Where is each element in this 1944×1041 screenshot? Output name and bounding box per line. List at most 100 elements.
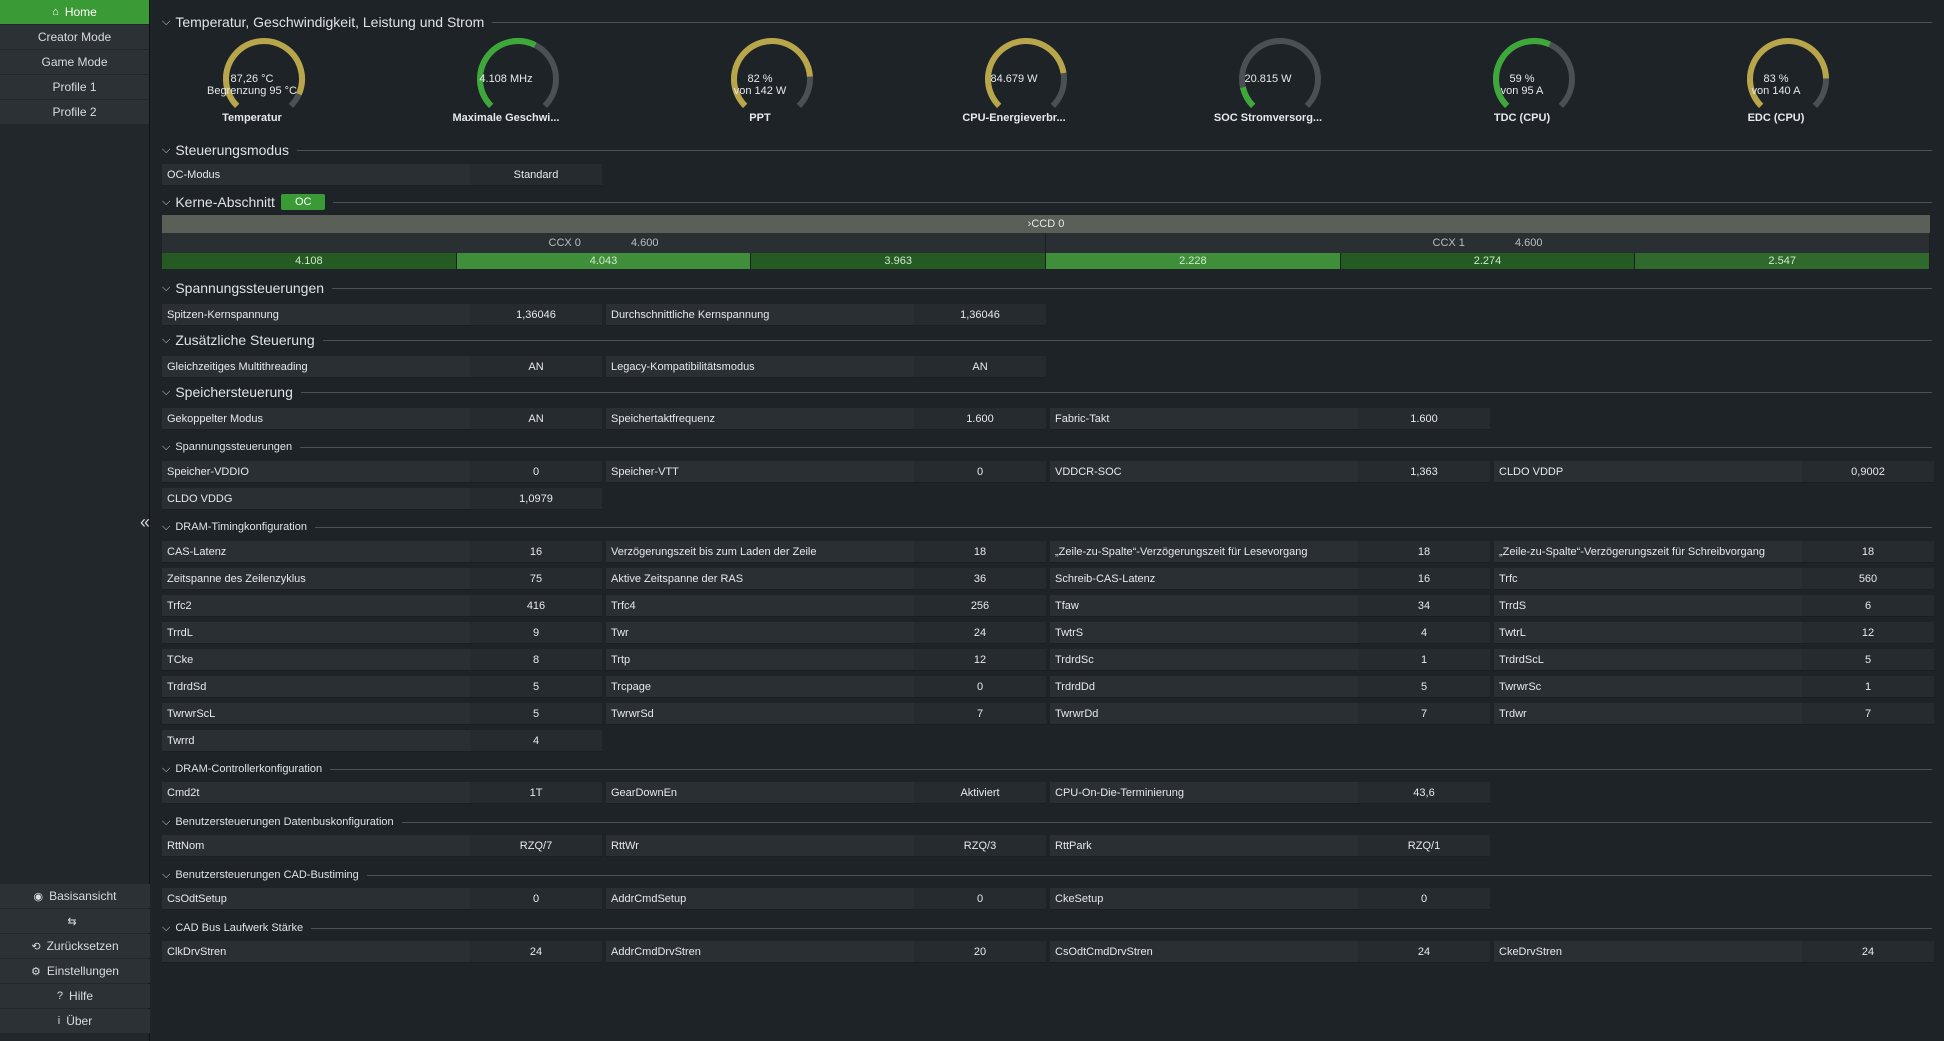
- section-header-datenbus[interactable]: ⌵ Benutzersteuerungen Datenbuskonfigurati…: [162, 812, 1932, 832]
- reset-button[interactable]: ⟲ Zurücksetzen: [0, 934, 150, 958]
- help-button[interactable]: ? Hilfe: [0, 984, 150, 1008]
- field-value[interactable]: 1,0979: [470, 488, 602, 510]
- section-header-temp[interactable]: ⌵ Temperatur, Geschwindigkeit, Leistung u…: [162, 12, 1932, 32]
- chevron-down-icon[interactable]: ⌵: [162, 869, 170, 882]
- section-divider: [330, 768, 1932, 770]
- info-button[interactable]: i Über: [0, 1009, 150, 1033]
- chevron-down-icon[interactable]: ⌵: [162, 922, 170, 935]
- field-value[interactable]: AN: [470, 356, 602, 378]
- field-value[interactable]: RZQ/3: [914, 835, 1046, 857]
- field-value[interactable]: 20: [914, 941, 1046, 963]
- field-value[interactable]: 0: [914, 461, 1046, 483]
- field-value[interactable]: 1.600: [1358, 408, 1490, 430]
- section-header-spannung[interactable]: ⌵ Spannungssteuerungen: [162, 278, 1932, 298]
- field-value[interactable]: Aktiviert: [914, 782, 1046, 804]
- field-value[interactable]: 1T: [470, 782, 602, 804]
- field-value[interactable]: 5: [470, 676, 602, 698]
- field-value[interactable]: 12: [1802, 622, 1934, 644]
- field-value[interactable]: 8: [470, 649, 602, 671]
- gear-button[interactable]: ⚙ Einstellungen: [0, 959, 150, 983]
- field-value[interactable]: 4: [1358, 622, 1490, 644]
- field-value[interactable]: 16: [1358, 568, 1490, 590]
- field-value[interactable]: 0: [1358, 888, 1490, 910]
- section-header-speicher[interactable]: ⌵ Speichersteuerung: [162, 382, 1932, 402]
- chevron-down-icon[interactable]: ⌵: [162, 282, 170, 295]
- chevron-down-icon[interactable]: ⌵: [162, 763, 170, 776]
- field-value[interactable]: 5: [1802, 649, 1934, 671]
- nav-item-profile-1[interactable]: Profile 1: [0, 75, 149, 99]
- field-value[interactable]: 43,6: [1358, 782, 1490, 804]
- field-value[interactable]: 18: [914, 541, 1046, 563]
- field-value[interactable]: 1: [1358, 649, 1490, 671]
- section-header-dram[interactable]: ⌵ DRAM-Timingkonfiguration: [162, 517, 1932, 537]
- chevron-down-icon[interactable]: ⌵: [162, 196, 170, 209]
- field-value[interactable]: AN: [470, 408, 602, 430]
- ccd-header[interactable]: › CCD 0: [162, 215, 1930, 233]
- chevron-down-icon[interactable]: ⌵: [162, 816, 170, 829]
- field-value[interactable]: 1: [1802, 676, 1934, 698]
- field-value[interactable]: RZQ/1: [1358, 835, 1490, 857]
- section-header-steuer[interactable]: ⌵ Steuerungsmodus: [162, 140, 1932, 160]
- field-value[interactable]: 24: [914, 622, 1046, 644]
- collapse-sidebar-icon[interactable]: «: [140, 512, 150, 533]
- section-header-spannung2[interactable]: ⌵ Spannungssteuerungen: [162, 437, 1932, 457]
- field-value[interactable]: 0: [470, 461, 602, 483]
- field-value[interactable]: 1,363: [1358, 461, 1490, 483]
- field-label: TwrwrScL: [162, 703, 470, 725]
- chevron-down-icon[interactable]: ⌵: [162, 441, 170, 454]
- field-value[interactable]: 34: [1358, 595, 1490, 617]
- field-value[interactable]: AN: [914, 356, 1046, 378]
- field-value[interactable]: 16: [470, 541, 602, 563]
- nav-item-game-mode[interactable]: Game Mode: [0, 50, 149, 74]
- eye-button[interactable]: ◉ Basisansicht: [0, 884, 150, 908]
- field-label: Speicher-VDDIO: [162, 461, 470, 483]
- field-value[interactable]: 12: [914, 649, 1046, 671]
- chevron-down-icon[interactable]: ⌵: [162, 386, 170, 399]
- field-value[interactable]: Standard: [470, 164, 602, 186]
- field-value[interactable]: 1.600: [914, 408, 1046, 430]
- field-label: „Zeile-zu-Spalte“-Verzögerungszeit für S…: [1494, 541, 1802, 563]
- nav-item-creator-mode[interactable]: Creator Mode: [0, 25, 149, 49]
- field-value[interactable]: RZQ/7: [470, 835, 602, 857]
- nav-item-profile-2[interactable]: Profile 2: [0, 100, 149, 124]
- field-value[interactable]: 18: [1802, 541, 1934, 563]
- field-value[interactable]: 0,9002: [1802, 461, 1934, 483]
- field-value[interactable]: 0: [470, 888, 602, 910]
- field-value[interactable]: 4: [470, 730, 602, 752]
- section-header-zusatz[interactable]: ⌵ Zusätzliche Steuerung: [162, 330, 1932, 350]
- field-value[interactable]: 7: [1358, 703, 1490, 725]
- field-value[interactable]: 24: [1802, 941, 1934, 963]
- field-value[interactable]: 1,36046: [914, 304, 1046, 326]
- field-value[interactable]: 75: [470, 568, 602, 590]
- section-header-kerne[interactable]: ⌵ Kerne-Abschnitt OC: [162, 192, 1932, 212]
- field-value[interactable]: 7: [1802, 703, 1934, 725]
- field-value[interactable]: 36: [914, 568, 1046, 590]
- field-label: Legacy-Kompatibilitätsmodus: [606, 356, 914, 378]
- compare-button[interactable]: ⇆: [0, 909, 150, 933]
- nav-item-home[interactable]: ⌂ Home: [0, 0, 149, 24]
- field-value[interactable]: 0: [914, 676, 1046, 698]
- field-value[interactable]: 18: [1358, 541, 1490, 563]
- field-value[interactable]: 560: [1802, 568, 1934, 590]
- field-value[interactable]: 416: [470, 595, 602, 617]
- chevron-down-icon[interactable]: ⌵: [162, 334, 170, 347]
- field-value[interactable]: 1,36046: [470, 304, 602, 326]
- chevron-down-icon[interactable]: ⌵: [162, 16, 170, 29]
- field-value[interactable]: 24: [1358, 941, 1490, 963]
- field-value[interactable]: 5: [470, 703, 602, 725]
- chevron-down-icon[interactable]: ⌵: [162, 521, 170, 534]
- section-header-cad[interactable]: ⌵ Benutzersteuerungen CAD-Bustiming: [162, 865, 1932, 885]
- field-label: CsOdtSetup: [162, 888, 470, 910]
- field-value[interactable]: 5: [1358, 676, 1490, 698]
- field-value[interactable]: 9: [470, 622, 602, 644]
- field-value[interactable]: 0: [914, 888, 1046, 910]
- field-value[interactable]: 7: [914, 703, 1046, 725]
- chevron-down-icon[interactable]: ⌵: [162, 144, 170, 157]
- field-value[interactable]: 6: [1802, 595, 1934, 617]
- field-value[interactable]: 256: [914, 595, 1046, 617]
- field-value[interactable]: 24: [470, 941, 602, 963]
- section-header-cadbus[interactable]: ⌵ CAD Bus Laufwerk Stärke: [162, 918, 1932, 938]
- section-header-dramctl[interactable]: ⌵ DRAM-Controllerkonfiguration: [162, 759, 1932, 779]
- gauge-fill: [1239, 86, 1256, 108]
- gauge-name: Maximale Geschwi...: [452, 112, 560, 124]
